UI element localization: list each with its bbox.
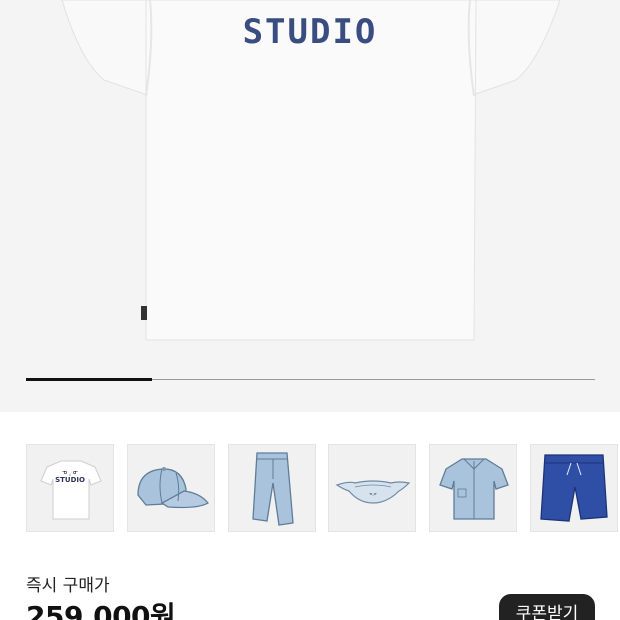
- bag-logo-mark: ᓀ‸ᓂ: [369, 491, 378, 496]
- cap-icon: [137, 467, 209, 509]
- thumbnail-waist-bag[interactable]: ᓀ‸ᓂ: [328, 444, 416, 532]
- instant-price-label: 즉시 구매가: [26, 576, 110, 596]
- carousel-progress-fill: [26, 378, 152, 381]
- tshirt-image: [61, 0, 561, 341]
- thumbnail-jeans[interactable]: [228, 444, 316, 532]
- thumbnail-mark-text: ᓀ ‸ ᓂ: [61, 469, 79, 476]
- thumbnail-shirt[interactable]: [429, 444, 517, 532]
- tshirt-thumbnail-icon: [40, 460, 102, 520]
- shorts-icon: [540, 454, 608, 522]
- thumbnail-shorts[interactable]: [530, 444, 618, 532]
- shirt-icon: [439, 458, 509, 520]
- jeans-icon: [252, 452, 294, 526]
- coupon-button[interactable]: 쿠폰받기: [499, 594, 595, 620]
- price-value: 259,000원: [26, 600, 176, 620]
- thumbnail-cap[interactable]: [127, 444, 215, 532]
- thumbnail-tshirt[interactable]: ᓀ ‸ ᓂ STUDIO: [26, 444, 114, 532]
- thumbnail-strip: ᓀ ‸ ᓂ STUDIO ᓀ‸ᓂ: [26, 444, 620, 532]
- waist-bag-icon: ᓀ‸ᓂ: [335, 480, 411, 504]
- tshirt-print-text: STUDIO: [242, 12, 378, 52]
- thumbnail-print-text: STUDIO: [55, 476, 85, 484]
- size-tag: [141, 306, 147, 320]
- product-image-viewer[interactable]: STUDIO: [0, 0, 620, 412]
